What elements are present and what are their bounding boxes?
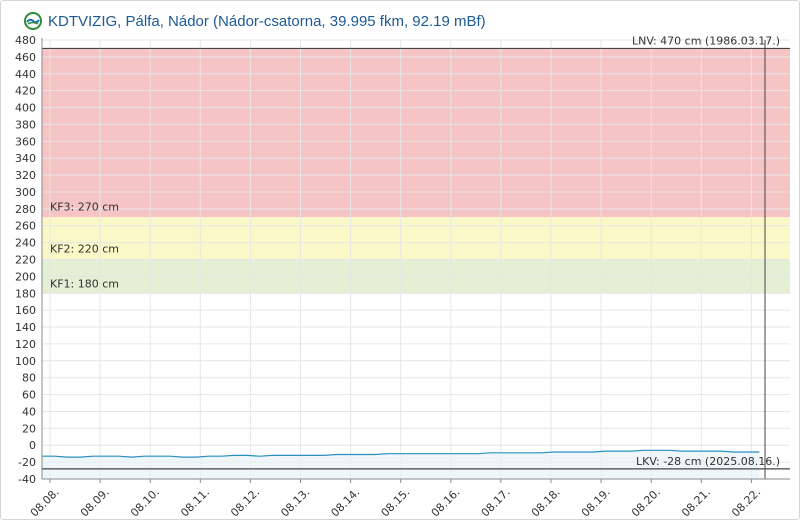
y-tick-label: 480 — [15, 34, 36, 47]
y-tick-label: 40 — [22, 405, 36, 418]
y-tick-label: 240 — [15, 237, 36, 250]
y-tick-label: 20 — [22, 422, 36, 435]
y-tick-label: 60 — [22, 389, 36, 402]
y-tick-label: -40 — [18, 473, 36, 486]
x-tick-label: 08.15. — [379, 486, 413, 520]
band-label-kf2: KF2: 220 cm — [50, 243, 119, 256]
x-tick-label: 08.12. — [228, 486, 262, 520]
x-tick-label: 08.16. — [429, 486, 463, 520]
reference-label-lkv: LKV: -28 cm (2025.08.16.) — [636, 455, 780, 468]
y-tick-label: 220 — [15, 254, 36, 267]
x-tick-label: 08.10. — [128, 486, 162, 520]
reference-label-lnv: LNV: 470 cm (1986.03.17.) — [632, 34, 780, 47]
y-tick-label: 180 — [15, 287, 36, 300]
x-tick-label: 08.09. — [78, 486, 112, 520]
y-tick-label: 0 — [29, 439, 36, 452]
x-tick-label: 08.17. — [479, 486, 513, 520]
y-tick-label: 140 — [15, 321, 36, 334]
y-tick-label: 400 — [15, 102, 36, 115]
y-tick-label: 80 — [22, 372, 36, 385]
y-tick-label: 100 — [15, 355, 36, 368]
x-tick-label: 08.22. — [729, 486, 763, 520]
y-tick-label: 440 — [15, 68, 36, 81]
y-tick-label: 300 — [15, 186, 36, 199]
y-tick-label: 120 — [15, 338, 36, 351]
x-tick-label: 08.20. — [629, 486, 663, 520]
x-tick-label: 08.08. — [28, 486, 62, 520]
y-tick-label: 460 — [15, 51, 36, 64]
x-tick-label: 08.19. — [579, 486, 613, 520]
band-kf2 — [42, 217, 790, 260]
y-tick-label: 420 — [15, 85, 36, 98]
y-tick-label: 380 — [15, 118, 36, 131]
y-tick-label: 360 — [15, 135, 36, 148]
y-tick-label: 160 — [15, 304, 36, 317]
y-tick-label: 320 — [15, 169, 36, 182]
band-label-kf3: KF3: 270 cm — [50, 200, 119, 213]
x-tick-label: 08.14. — [328, 486, 362, 520]
x-tick-label: 08.13. — [278, 486, 312, 520]
y-tick-label: 340 — [15, 152, 36, 165]
water-level-chart: KF3: 270 cm KF2: 220 cm KF1: 180 cm LNV: 4… — [15, 34, 790, 520]
x-tick-label: 08.21. — [679, 486, 713, 520]
x-tick-label: 08.11. — [178, 486, 212, 520]
y-tick-label: 260 — [15, 220, 36, 233]
x-tick-label: 08.18. — [529, 486, 563, 520]
y-tick-label: -20 — [18, 456, 36, 469]
band-label-kf1: KF1: 180 cm — [50, 277, 119, 290]
y-tick-label: 280 — [15, 203, 36, 216]
y-tick-label: 200 — [15, 270, 36, 283]
